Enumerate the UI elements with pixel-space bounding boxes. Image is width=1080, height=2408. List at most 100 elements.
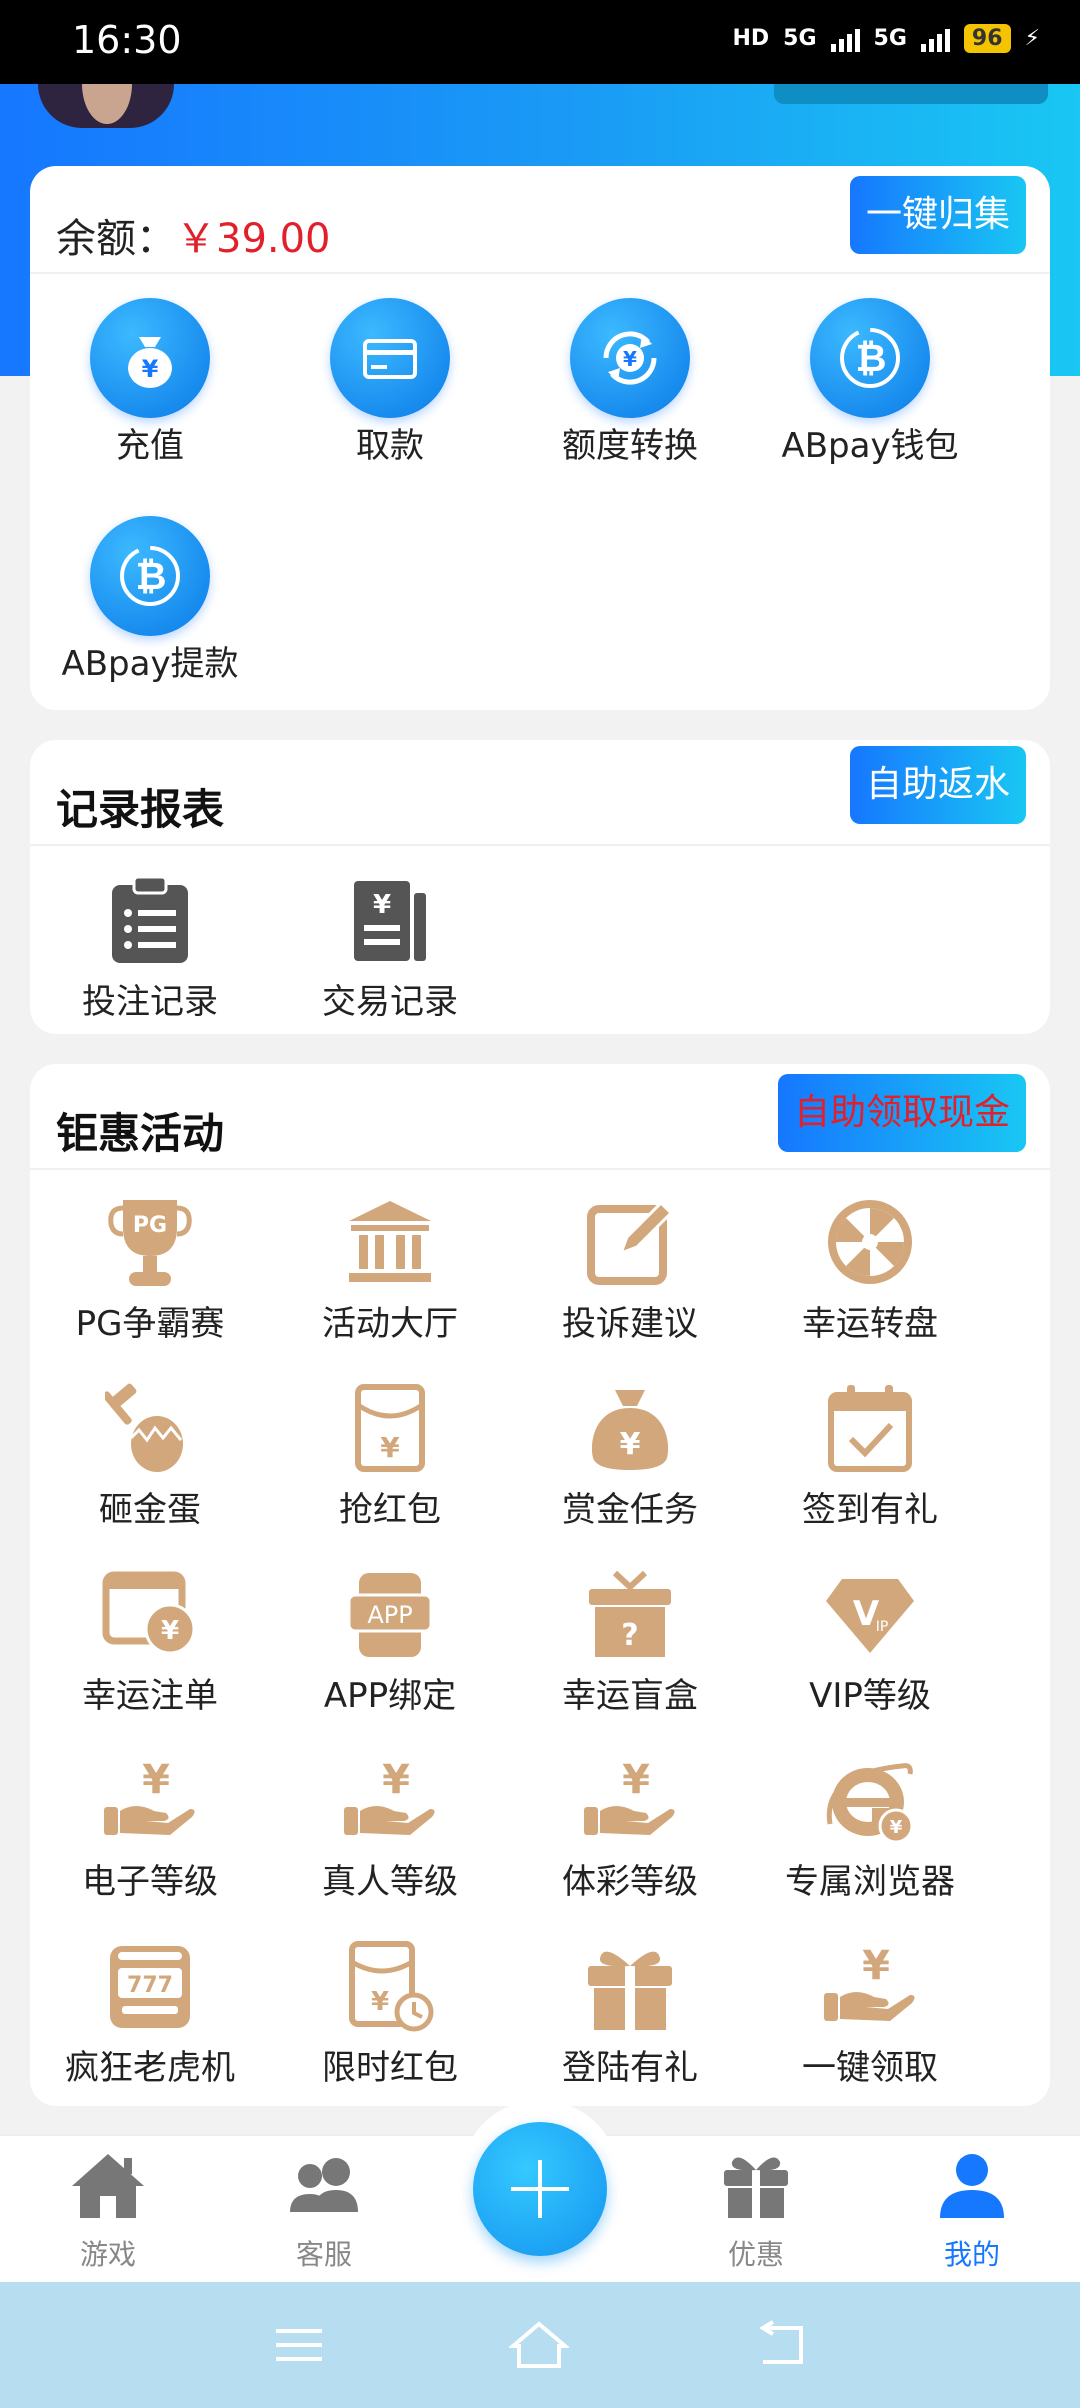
browser-icon: ¥ xyxy=(810,1750,930,1850)
calendar-check-icon xyxy=(810,1378,930,1478)
promo-item-label: 幸运转盘 xyxy=(802,1304,938,1344)
promo-item-label: 限时红包 xyxy=(322,2048,458,2088)
promo-item-label: 体彩等级 xyxy=(562,1862,698,1902)
hand-yen-icon: ¥ xyxy=(570,1750,690,1850)
gift-icon xyxy=(570,1936,690,2036)
promo-item-label: 活动大厅 xyxy=(322,1304,458,1344)
users-icon xyxy=(290,2158,358,2212)
exchange-icon: ¥ xyxy=(570,298,690,418)
records-card: 记录报表 自助返水 投注记录 ¥ 交易记录 xyxy=(30,740,1050,1034)
tab-customer-service[interactable]: 客服 xyxy=(244,2150,404,2273)
battery-level: 96 xyxy=(963,24,1011,53)
claim-cash-button[interactable]: 自助领取现金 xyxy=(777,1074,1026,1152)
wallet-card: 余额：￥39.00 一键归集 ¥ 充值 取款 ¥ 额度转换 ₿ ABpay钱包 … xyxy=(30,166,1050,710)
promo-item-app-binding[interactable]: APP APP绑定 xyxy=(270,1564,510,1717)
promo-item-label: 真人等级 xyxy=(322,1862,458,1902)
gift-icon xyxy=(724,2157,788,2218)
recharge-label: 充值 xyxy=(116,426,184,466)
svg-text:?: ? xyxy=(621,1618,638,1653)
svg-text:₿: ₿ xyxy=(136,554,167,598)
charging-icon: ⚡ xyxy=(1024,26,1040,51)
receipt-icon: ¥ xyxy=(330,870,450,970)
svg-text:777: 777 xyxy=(127,1973,173,1998)
svg-text:¥: ¥ xyxy=(623,347,637,371)
abpay-withdraw-button[interactable]: ₿ ABpay提款 xyxy=(30,516,270,685)
menu-icon[interactable] xyxy=(264,2312,334,2378)
promo-item-one-click-claim[interactable]: ¥ 一键领取 xyxy=(750,1936,990,2089)
promo-item-golden-egg[interactable]: 砸金蛋 xyxy=(30,1378,270,1531)
promo-item-login-gift[interactable]: 登陆有礼 xyxy=(510,1936,750,2089)
promo-item-browser[interactable]: ¥ 专属浏览器 xyxy=(750,1750,990,1903)
wallet-yen-icon: ¥ xyxy=(90,1564,210,1664)
app-icon: APP xyxy=(330,1564,450,1664)
collect-all-button[interactable]: 一键归集 xyxy=(849,176,1026,254)
promo-item-label: 疯狂老虎机 xyxy=(65,2048,235,2088)
bet-records-label: 投注记录 xyxy=(82,982,218,1022)
abpay-withdraw-label: ABpay提款 xyxy=(61,644,239,684)
promo-item-label: PG争霸赛 xyxy=(75,1304,225,1344)
bitcoin-icon: ₿ xyxy=(810,298,930,418)
tab-mine[interactable]: 我的 xyxy=(892,2150,1052,2273)
promo-item-timed-envelope[interactable]: ¥ 限时红包 xyxy=(270,1936,510,2089)
promo-item-mystery-box[interactable]: ? 幸运盲盒 xyxy=(510,1564,750,1717)
balance-transfer-button[interactable]: ¥ 额度转换 xyxy=(510,298,750,467)
add-button[interactable] xyxy=(473,2122,607,2256)
promo-item-label: 幸运注单 xyxy=(82,1676,218,1716)
promo-item-electronic-level[interactable]: ¥ 电子等级 xyxy=(30,1750,270,1903)
plus-icon xyxy=(511,2160,569,2218)
status-bar: 16:30 HD 5G 5G 96 ⚡ xyxy=(0,0,1080,84)
promo-item-red-envelope[interactable]: ¥ 抢红包 xyxy=(270,1378,510,1531)
promo-item-lucky-bet[interactable]: ¥ 幸运注单 xyxy=(30,1564,270,1717)
promo-item-lucky-wheel[interactable]: 幸运转盘 xyxy=(750,1192,990,1345)
recharge-button[interactable]: ¥ 充值 xyxy=(30,298,270,467)
tab-games[interactable]: 游戏 xyxy=(28,2150,188,2273)
promo-item-vip-level[interactable]: V IP VIP等级 xyxy=(750,1564,990,1717)
promo-item-pg-contest[interactable]: PG PG争霸赛 xyxy=(30,1192,270,1345)
svg-text:₿: ₿ xyxy=(856,336,887,380)
transaction-records-button[interactable]: ¥ 交易记录 xyxy=(270,870,510,1023)
bitcoin-icon: ₿ xyxy=(90,516,210,636)
promo-item-label: VIP等级 xyxy=(809,1676,931,1716)
hall-icon xyxy=(330,1192,450,1292)
withdraw-button[interactable]: 取款 xyxy=(270,298,510,467)
self-rebate-button[interactable]: 自助返水 xyxy=(849,746,1026,824)
header-action-button[interactable] xyxy=(774,84,1048,104)
promo-item-sports-level[interactable]: ¥ 体彩等级 xyxy=(510,1750,750,1903)
promo-item-label: 抢红包 xyxy=(339,1490,441,1530)
svg-text:IP: IP xyxy=(876,1619,889,1635)
svg-text:¥: ¥ xyxy=(380,1431,400,1464)
svg-text:¥: ¥ xyxy=(382,1757,410,1803)
promo-item-check-in[interactable]: 签到有礼 xyxy=(750,1378,990,1531)
records-title: 记录报表 xyxy=(56,785,225,834)
promo-item-activity-hall[interactable]: 活动大厅 xyxy=(270,1192,510,1345)
svg-text:¥: ¥ xyxy=(142,1757,170,1803)
tab-promotions[interactable]: 优惠 xyxy=(676,2150,836,2273)
promo-item-slot-machine[interactable]: 777 疯狂老虎机 xyxy=(30,1936,270,2089)
bet-records-button[interactable]: 投注记录 xyxy=(30,870,270,1023)
red-envelope-icon: ¥ xyxy=(330,1378,450,1478)
mystery-box-icon: ? xyxy=(570,1564,690,1664)
home-nav-icon[interactable] xyxy=(504,2312,574,2378)
svg-text:¥: ¥ xyxy=(862,1943,890,1989)
promo-item-bounty-task[interactable]: ¥ 赏金任务 xyxy=(510,1378,750,1531)
golden-egg-icon xyxy=(90,1378,210,1478)
promo-item-feedback[interactable]: 投诉建议 xyxy=(510,1192,750,1345)
promo-item-label: 一键领取 xyxy=(802,2048,938,2088)
balance-label: 余额： xyxy=(56,216,176,262)
promo-item-live-level[interactable]: ¥ 真人等级 xyxy=(270,1750,510,1903)
hand-yen-icon: ¥ xyxy=(90,1750,210,1850)
tab-label: 我的 xyxy=(943,2238,1000,2271)
svg-text:¥: ¥ xyxy=(373,890,391,920)
back-icon[interactable] xyxy=(746,2312,816,2378)
signal-icon xyxy=(920,26,950,52)
signal-icon xyxy=(830,26,860,52)
svg-text:APP: APP xyxy=(367,1601,412,1629)
abpay-wallet-button[interactable]: ₿ ABpay钱包 xyxy=(750,298,990,467)
balance-value: ￥39.00 xyxy=(176,216,331,262)
edit-icon xyxy=(570,1192,690,1292)
status-indicators: HD 5G 5G 96 ⚡ xyxy=(732,24,1040,53)
money-bag-icon: ¥ xyxy=(90,298,210,418)
promo-item-label: 专属浏览器 xyxy=(785,1862,955,1902)
svg-text:¥: ¥ xyxy=(620,1427,641,1462)
timed-envelope-icon: ¥ xyxy=(330,1936,450,2036)
